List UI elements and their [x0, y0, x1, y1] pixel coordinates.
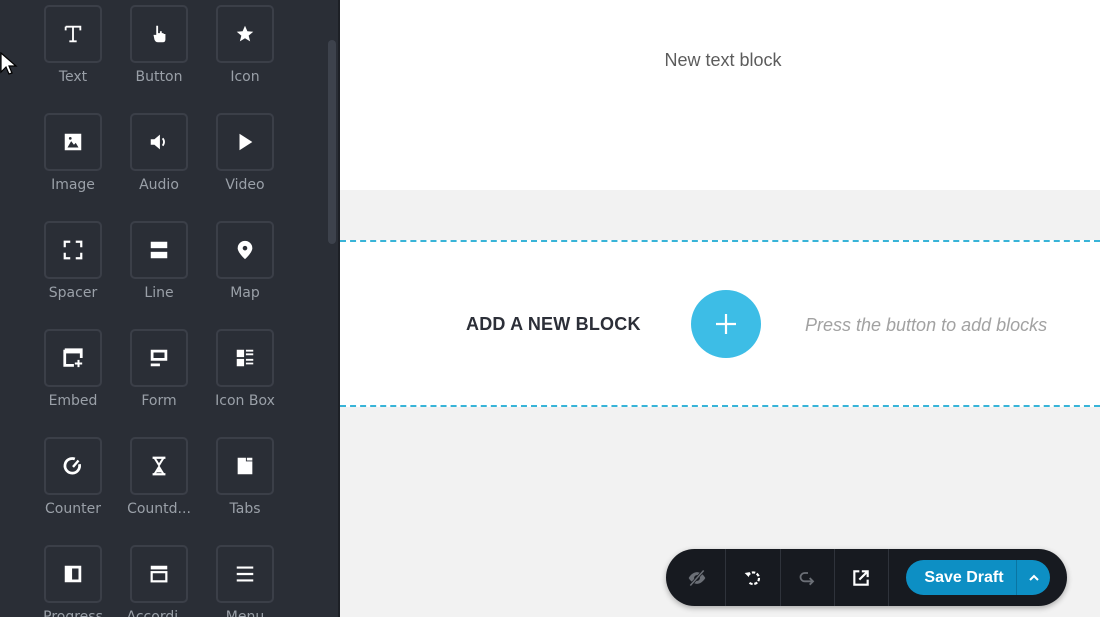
- widget-tile[interactable]: [130, 437, 188, 495]
- hourglass-icon: [152, 456, 166, 476]
- widget-map[interactable]: Map: [216, 221, 274, 301]
- widget-line[interactable]: Line: [130, 221, 188, 301]
- widget-label: Counter: [45, 501, 101, 517]
- widget-progress[interactable]: Progress: [43, 545, 103, 617]
- widget-tile[interactable]: [216, 113, 274, 171]
- widget-label: Image: [51, 177, 95, 193]
- widget-label: Text: [58, 69, 88, 85]
- widget-label: Audio: [139, 177, 179, 193]
- widget-label: Icon Box: [215, 393, 275, 409]
- widget-tile[interactable]: [44, 545, 102, 603]
- widget-tabs[interactable]: Tabs: [216, 437, 274, 517]
- widget-tile[interactable]: [130, 329, 188, 387]
- add-block-title: ADD A NEW BLOCK: [466, 314, 641, 334]
- widget-tile[interactable]: [216, 5, 274, 63]
- text-icon: [64, 25, 82, 43]
- widget-label: Tabs: [229, 501, 261, 517]
- widget-spacer[interactable]: Spacer: [44, 221, 102, 301]
- widget-countd[interactable]: Countd...: [127, 437, 191, 517]
- spacer-icon: [63, 240, 83, 260]
- widget-image[interactable]: Image: [44, 113, 102, 193]
- widget-counter[interactable]: Counter: [44, 437, 102, 517]
- hide-button[interactable]: [670, 549, 724, 606]
- undo-icon: [744, 570, 761, 585]
- folder-tab-icon: [237, 457, 253, 475]
- widget-label: Spacer: [48, 285, 98, 301]
- widget-label: Progress: [43, 609, 103, 617]
- widget-text[interactable]: Text: [44, 5, 102, 85]
- widget-tile[interactable]: [216, 329, 274, 387]
- widget-label: Embed: [48, 393, 98, 409]
- widget-form[interactable]: Form: [130, 329, 188, 409]
- widget-label: Line: [144, 285, 174, 301]
- speaker-icon: [150, 134, 165, 150]
- hand-pointer-icon: [153, 25, 166, 43]
- chevron-up-icon: [1028, 574, 1039, 581]
- icon-box-icon: [236, 349, 254, 367]
- preview-button[interactable]: [834, 549, 888, 606]
- star-icon: [236, 25, 254, 42]
- widget-button[interactable]: Button: [130, 5, 188, 85]
- widget-audio[interactable]: Audio: [130, 113, 188, 193]
- undo-button[interactable]: [726, 549, 780, 606]
- widget-tile[interactable]: [130, 545, 188, 603]
- save-options-button[interactable]: [1017, 560, 1050, 595]
- widget-tile[interactable]: [44, 5, 102, 63]
- save-draft-button[interactable]: Save Draft: [906, 560, 1016, 595]
- widget-tile[interactable]: [44, 221, 102, 279]
- widget-tile[interactable]: [216, 437, 274, 495]
- editor-toolbar: Save Draft: [666, 549, 1067, 606]
- widget-label: Video: [225, 177, 265, 193]
- widget-tile[interactable]: [130, 5, 188, 63]
- add-block-button[interactable]: [691, 290, 761, 358]
- widget-icon-box[interactable]: Icon Box: [215, 329, 275, 409]
- widget-accordi[interactable]: Accordi...: [127, 545, 191, 617]
- widget-icon[interactable]: Icon: [216, 5, 274, 85]
- map-pin-icon: [237, 240, 253, 260]
- play-icon: [239, 133, 253, 151]
- mouse-cursor-icon: [0, 52, 18, 75]
- image-icon: [64, 133, 82, 151]
- widget-label: Menu: [225, 609, 265, 617]
- widget-tile[interactable]: [130, 113, 188, 171]
- widget-label: Icon: [230, 69, 260, 85]
- plus-icon: [716, 314, 736, 334]
- widget-sidebar: Text Button Icon Image Audio Video Spacer Line M…: [0, 0, 338, 617]
- embed-icon: [63, 348, 83, 368]
- widget-tile[interactable]: [216, 221, 274, 279]
- add-block-hint: Press the button to add blocks: [805, 315, 1048, 335]
- text-block[interactable]: New text block: [340, 50, 1100, 71]
- widget-label: Countd...: [127, 501, 191, 517]
- widget-tile[interactable]: [130, 221, 188, 279]
- save-draft-group: Save Draft: [906, 560, 1050, 595]
- widget-label: Form: [141, 393, 177, 409]
- widget-label: Button: [135, 69, 183, 85]
- gauge-icon: [63, 457, 81, 475]
- sidebar-scrollbar[interactable]: [328, 40, 336, 244]
- page-canvas: New text block ADD A NEW BLOCK Press the…: [340, 0, 1100, 617]
- widget-tile[interactable]: [44, 113, 102, 171]
- widget-tile[interactable]: [44, 329, 102, 387]
- preview-external-icon: [853, 569, 869, 586]
- form-icon: [150, 349, 168, 367]
- hide-icon: [688, 569, 706, 586]
- redo-icon: [799, 571, 815, 585]
- widget-tile[interactable]: [216, 545, 274, 603]
- widget-menu[interactable]: Menu: [216, 545, 274, 617]
- widget-embed[interactable]: Embed: [44, 329, 102, 409]
- widget-video[interactable]: Video: [216, 113, 274, 193]
- redo-button[interactable]: [781, 549, 835, 606]
- text-block-section[interactable]: New text block: [340, 0, 1100, 190]
- add-block-section: ADD A NEW BLOCK Press the button to add …: [340, 240, 1100, 407]
- accordion-icon: [150, 565, 168, 583]
- line-icon: [150, 241, 168, 259]
- menu-icon: [236, 566, 254, 582]
- widget-label: Map: [230, 285, 260, 301]
- widget-tile[interactable]: [44, 437, 102, 495]
- widget-label: Accordi...: [126, 609, 192, 617]
- progress-icon: [64, 565, 82, 583]
